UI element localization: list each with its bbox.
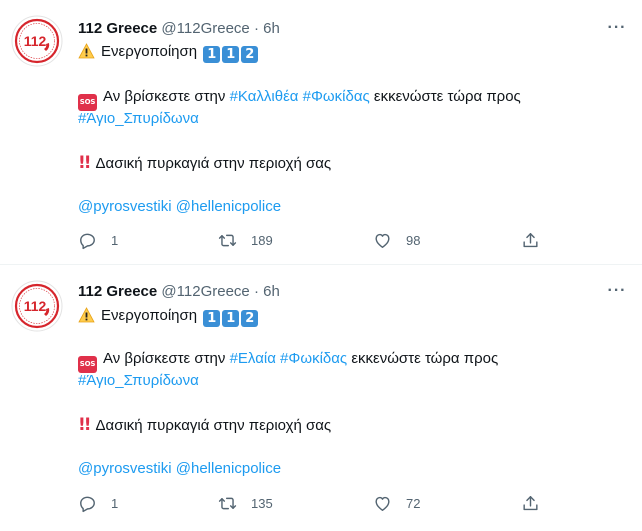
share-button[interactable]: [521, 493, 540, 513]
author-handle[interactable]: @112Greece: [161, 283, 249, 300]
keycap-digit: 1: [222, 310, 240, 327]
separator: ·: [253, 20, 259, 37]
more-icon[interactable]: ···: [606, 281, 628, 301]
text: Αν βρίσκεστε στην: [103, 88, 230, 105]
keycap-digit: 1: [222, 46, 240, 63]
mentions-line: @pyrosvestiki @hellenicpolice: [78, 197, 281, 217]
retweet-icon: [218, 234, 237, 246]
hashtag-link[interactable]: #Φωκίδας: [303, 88, 370, 105]
keycap-digit: 2: [241, 310, 259, 327]
svg-text:112: 112: [24, 33, 47, 49]
like-button[interactable]: 98: [373, 230, 420, 250]
hashtag-link[interactable]: #Άγιο_Σπυρίδωνα: [78, 372, 199, 389]
mention-link[interactable]: @pyrosvestiki: [78, 198, 172, 215]
mention-link[interactable]: @hellenicpolice: [176, 460, 281, 477]
timestamp[interactable]: 6h: [263, 20, 280, 37]
alert-text: Δασική πυρκαγιά στην περιοχή σας: [95, 155, 332, 172]
reply-icon: [80, 496, 95, 512]
tweet-actions: 1 189 98: [78, 230, 548, 250]
share-icon: [523, 232, 538, 247]
activation-line: Ενεργοποίηση 112: [78, 306, 259, 327]
112-logo-icon: 112: [11, 280, 63, 332]
like-icon: [375, 233, 390, 248]
reply-icon: [80, 233, 95, 249]
text: Αν βρίσκεστε στην: [103, 350, 230, 367]
mention-link[interactable]: @hellenicpolice: [176, 198, 281, 215]
share-button[interactable]: [521, 230, 540, 250]
reply-button[interactable]: 1: [78, 230, 118, 250]
text: εκκενώστε τώρα προς: [369, 88, 521, 105]
keycap-digit: 2: [241, 46, 259, 63]
warning-icon: [78, 43, 95, 59]
retweet-icon: [218, 497, 237, 509]
tweet-actions: 1 135 72: [78, 493, 548, 513]
112-logo-icon: 112: [11, 15, 63, 67]
retweet-button[interactable]: 135: [218, 493, 273, 513]
author-name[interactable]: 112 Greece: [78, 283, 157, 300]
reply-count: 1: [111, 495, 119, 511]
alert-text: Δασική πυρκαγιά στην περιοχή σας: [95, 417, 332, 434]
warning-icon: [78, 307, 95, 323]
like-count: 98: [406, 232, 421, 248]
tweet-feed: 112 112 Greece @112Greece · 6h ··· Ενεργ…: [0, 0, 642, 531]
text: εκκενώστε τώρα προς: [347, 350, 499, 367]
reply-button[interactable]: 1: [78, 493, 118, 513]
activation-line: Ενεργοποίηση 112: [78, 42, 259, 63]
tweet-header: 112 Greece @112Greece · 6h: [78, 282, 280, 302]
share-icon: [523, 495, 538, 510]
destination-line: #Άγιο_Σπυρίδωνα: [78, 371, 199, 391]
avatar[interactable]: 112: [11, 280, 63, 332]
svg-text:112: 112: [24, 298, 47, 314]
double-exclamation-icon: !!: [78, 153, 91, 173]
hashtag-link[interactable]: #Ελαία: [230, 350, 276, 367]
more-icon[interactable]: ···: [606, 18, 628, 38]
reply-count: 1: [111, 232, 119, 248]
retweet-button[interactable]: 189: [218, 230, 273, 250]
activation-text: Ενεργοποίηση: [101, 307, 198, 324]
tweet[interactable]: 112 112 Greece @112Greece · 6h ··· Ενεργ…: [0, 0, 642, 265]
timestamp[interactable]: 6h: [263, 283, 280, 300]
retweet-count: 135: [251, 495, 273, 511]
evacuation-line: SOS Αν βρίσκεστε στην #Ελαία #Φωκίδας εκκ…: [78, 349, 498, 373]
like-button[interactable]: 72: [373, 493, 420, 513]
alert-line: !! Δασική πυρκαγιά στην περιοχή σας: [78, 153, 331, 174]
author-name[interactable]: 112 Greece: [78, 20, 157, 37]
hashtag-link[interactable]: #Άγιο_Σπυρίδωνα: [78, 110, 199, 127]
activation-text: Ενεργοποίηση: [101, 43, 198, 60]
hashtag-link[interactable]: #Φωκίδας: [280, 350, 347, 367]
double-exclamation-icon: !!: [78, 415, 91, 435]
keycap-digit: 1: [203, 46, 221, 63]
evacuation-line: SOS Αν βρίσκεστε στην #Καλλιθέα #Φωκίδας …: [78, 87, 521, 111]
author-handle[interactable]: @112Greece: [161, 20, 249, 37]
like-count: 72: [406, 495, 421, 511]
mention-link[interactable]: @pyrosvestiki: [78, 460, 172, 477]
mentions-line: @pyrosvestiki @hellenicpolice: [78, 459, 281, 479]
retweet-count: 189: [251, 232, 273, 248]
alert-line: !! Δασική πυρκαγιά στην περιοχή σας: [78, 415, 331, 436]
separator: ·: [253, 283, 259, 300]
avatar[interactable]: 112: [11, 15, 63, 67]
keycap-digit: 1: [203, 310, 221, 327]
like-icon: [375, 496, 390, 511]
hashtag-link[interactable]: #Καλλιθέα: [230, 88, 299, 105]
tweet[interactable]: 112 112 Greece @112Greece · 6h ··· Ενεργ…: [0, 265, 642, 531]
destination-line: #Άγιο_Σπυρίδωνα: [78, 109, 199, 129]
tweet-header: 112 Greece @112Greece · 6h: [78, 19, 280, 39]
